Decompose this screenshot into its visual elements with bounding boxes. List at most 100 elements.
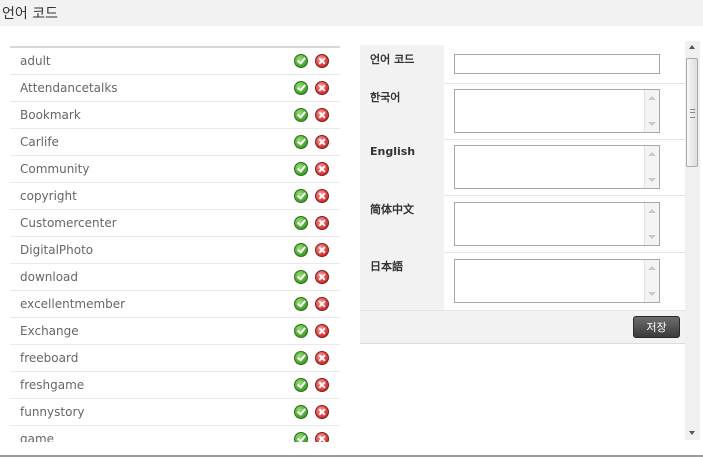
x-circle-icon[interactable] xyxy=(315,81,329,95)
list-item-name[interactable]: freeboard xyxy=(20,351,78,365)
english-textarea-box[interactable] xyxy=(454,145,660,189)
check-circle-icon[interactable] xyxy=(294,405,308,419)
label-cell: 简体中文 xyxy=(360,195,444,252)
check-circle-icon[interactable] xyxy=(294,162,308,176)
check-circle-icon[interactable] xyxy=(294,54,308,68)
scroll-thumb[interactable] xyxy=(686,58,698,167)
list-item[interactable]: funnystory xyxy=(10,399,340,426)
list-item[interactable]: excellentmember xyxy=(10,291,340,318)
list-item-name[interactable]: game xyxy=(20,432,54,442)
chevron-up-icon[interactable] xyxy=(648,266,656,270)
list-item-name[interactable]: DigitalPhoto xyxy=(20,243,93,257)
form-row-chinese: 简体中文 xyxy=(360,195,685,253)
list-item[interactable]: adult xyxy=(10,48,340,75)
language-key-list: adult Attendancetalks Bookmark Carlife C… xyxy=(10,46,340,442)
page-scrollbar[interactable] xyxy=(685,41,700,440)
chevron-up-icon[interactable] xyxy=(648,209,656,213)
textarea-scrollbar[interactable] xyxy=(644,90,659,132)
korean-textarea-box[interactable] xyxy=(454,89,660,133)
x-circle-icon[interactable] xyxy=(315,378,329,392)
list-item[interactable]: Community xyxy=(10,156,340,183)
list-item-name[interactable]: download xyxy=(20,270,78,284)
list-item[interactable]: freeboard xyxy=(10,345,340,372)
korean-textarea[interactable] xyxy=(455,90,645,132)
textarea-scrollbar[interactable] xyxy=(644,203,659,245)
textarea-scrollbar[interactable] xyxy=(644,146,659,188)
japanese-label: 日本語 xyxy=(370,260,403,273)
code-label: 언어 코드 xyxy=(370,53,415,66)
scroll-down-arrow-icon[interactable] xyxy=(685,426,700,440)
x-circle-icon[interactable] xyxy=(315,135,329,149)
list-item-name[interactable]: Exchange xyxy=(20,324,79,338)
list-item[interactable]: download xyxy=(10,264,340,291)
check-circle-icon[interactable] xyxy=(294,351,308,365)
label-cell: English xyxy=(360,139,444,195)
x-circle-icon[interactable] xyxy=(315,243,329,257)
page-header: 언어 코드 xyxy=(0,0,703,26)
list-item-name[interactable]: funnystory xyxy=(20,405,84,419)
x-circle-icon[interactable] xyxy=(315,351,329,365)
chevron-down-icon[interactable] xyxy=(648,235,656,239)
x-circle-icon[interactable] xyxy=(315,54,329,68)
check-circle-icon[interactable] xyxy=(294,378,308,392)
x-circle-icon[interactable] xyxy=(315,324,329,338)
list-item[interactable]: Attendancetalks xyxy=(10,75,340,102)
chevron-down-icon[interactable] xyxy=(648,178,656,182)
chevron-down-icon[interactable] xyxy=(648,122,656,126)
english-textarea[interactable] xyxy=(455,146,645,188)
list-item-name[interactable]: copyright xyxy=(20,189,77,203)
language-code-input[interactable] xyxy=(454,54,660,74)
textarea-scrollbar[interactable] xyxy=(644,260,659,302)
list-item-name[interactable]: adult xyxy=(20,54,51,68)
form-footer: 저장 xyxy=(360,311,685,344)
check-circle-icon[interactable] xyxy=(294,324,308,338)
check-circle-icon[interactable] xyxy=(294,189,308,203)
check-circle-icon[interactable] xyxy=(294,297,308,311)
list-item[interactable]: freshgame xyxy=(10,372,340,399)
check-circle-icon[interactable] xyxy=(294,432,308,442)
label-cell: 日本語 xyxy=(360,252,444,310)
x-circle-icon[interactable] xyxy=(315,108,329,122)
chevron-up-icon[interactable] xyxy=(648,152,656,156)
x-circle-icon[interactable] xyxy=(315,189,329,203)
list-item-name[interactable]: Bookmark xyxy=(20,108,81,122)
check-circle-icon[interactable] xyxy=(294,270,308,284)
x-circle-icon[interactable] xyxy=(315,270,329,284)
check-circle-icon[interactable] xyxy=(294,108,308,122)
list-item[interactable]: Exchange xyxy=(10,318,340,345)
x-circle-icon[interactable] xyxy=(315,405,329,419)
list-item[interactable]: Bookmark xyxy=(10,102,340,129)
check-circle-icon[interactable] xyxy=(294,135,308,149)
list-item-name[interactable]: excellentmember xyxy=(20,297,125,311)
chevron-down-icon[interactable] xyxy=(648,292,656,296)
check-circle-icon[interactable] xyxy=(294,81,308,95)
list-item[interactable]: Carlife xyxy=(10,129,340,156)
list-item-name[interactable]: freshgame xyxy=(20,378,84,392)
form-row-japanese: 日本語 xyxy=(360,252,685,311)
japanese-textarea[interactable] xyxy=(455,260,645,302)
list-item[interactable]: copyright xyxy=(10,183,340,210)
chinese-textarea-box[interactable] xyxy=(454,202,660,246)
chinese-label: 简体中文 xyxy=(370,203,414,216)
x-circle-icon[interactable] xyxy=(315,162,329,176)
x-circle-icon[interactable] xyxy=(315,297,329,311)
save-button[interactable]: 저장 xyxy=(633,316,680,338)
x-circle-icon[interactable] xyxy=(315,216,329,230)
list-item-name[interactable]: Carlife xyxy=(20,135,59,149)
scroll-up-arrow-icon[interactable] xyxy=(685,41,700,55)
list-item[interactable]: Customercenter xyxy=(10,210,340,237)
x-circle-icon[interactable] xyxy=(315,432,329,442)
check-circle-icon[interactable] xyxy=(294,216,308,230)
list-item-name[interactable]: Customercenter xyxy=(20,216,117,230)
check-circle-icon[interactable] xyxy=(294,243,308,257)
list-item-name[interactable]: Community xyxy=(20,162,89,176)
english-label: English xyxy=(370,145,416,158)
form-row-english: English xyxy=(360,139,685,196)
list-item[interactable]: game xyxy=(10,426,340,442)
list-item[interactable]: DigitalPhoto xyxy=(10,237,340,264)
list-item-name[interactable]: Attendancetalks xyxy=(20,81,118,95)
korean-label: 한국어 xyxy=(370,91,401,104)
chinese-textarea[interactable] xyxy=(455,203,645,245)
japanese-textarea-box[interactable] xyxy=(454,259,660,303)
chevron-up-icon[interactable] xyxy=(648,96,656,100)
